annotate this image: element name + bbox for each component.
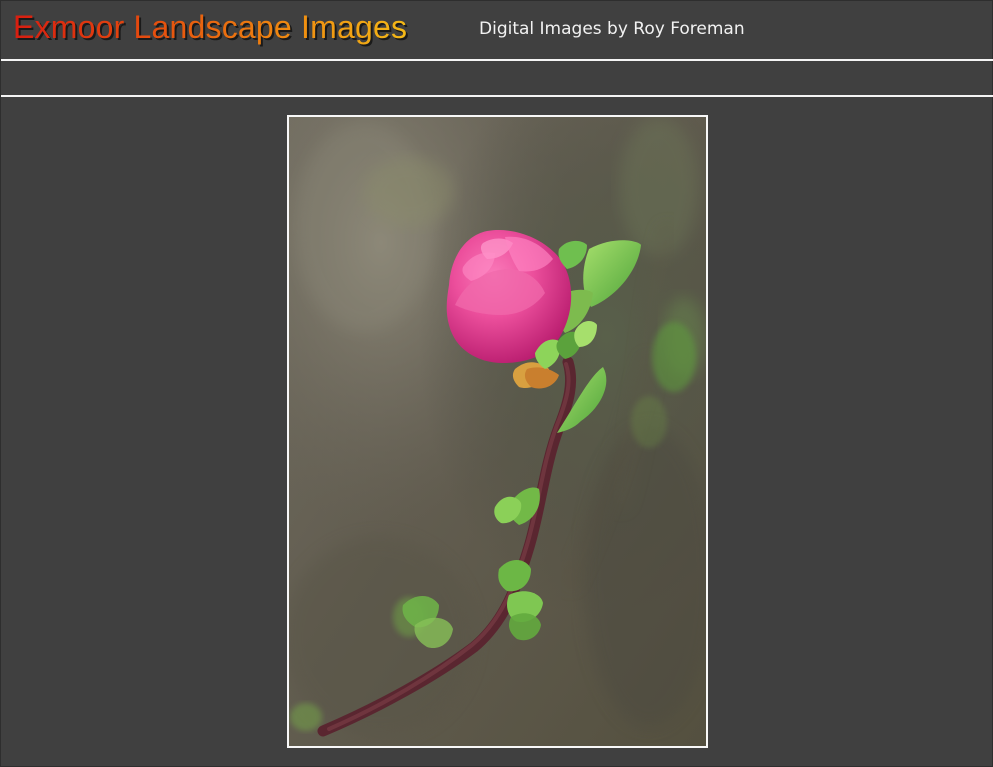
main-photo[interactable] — [287, 115, 708, 748]
nav-divider — [1, 95, 993, 97]
pink-flower-bud-icon — [289, 117, 706, 746]
navigation-bar — [1, 61, 993, 95]
site-title[interactable]: Exmoor Landscape Images — [13, 7, 407, 47]
site-subtitle: Digital Images by Roy Foreman — [479, 19, 745, 39]
site-header: Exmoor Landscape Images Digital Images b… — [1, 1, 993, 59]
page: Exmoor Landscape Images Digital Images b… — [0, 0, 993, 767]
